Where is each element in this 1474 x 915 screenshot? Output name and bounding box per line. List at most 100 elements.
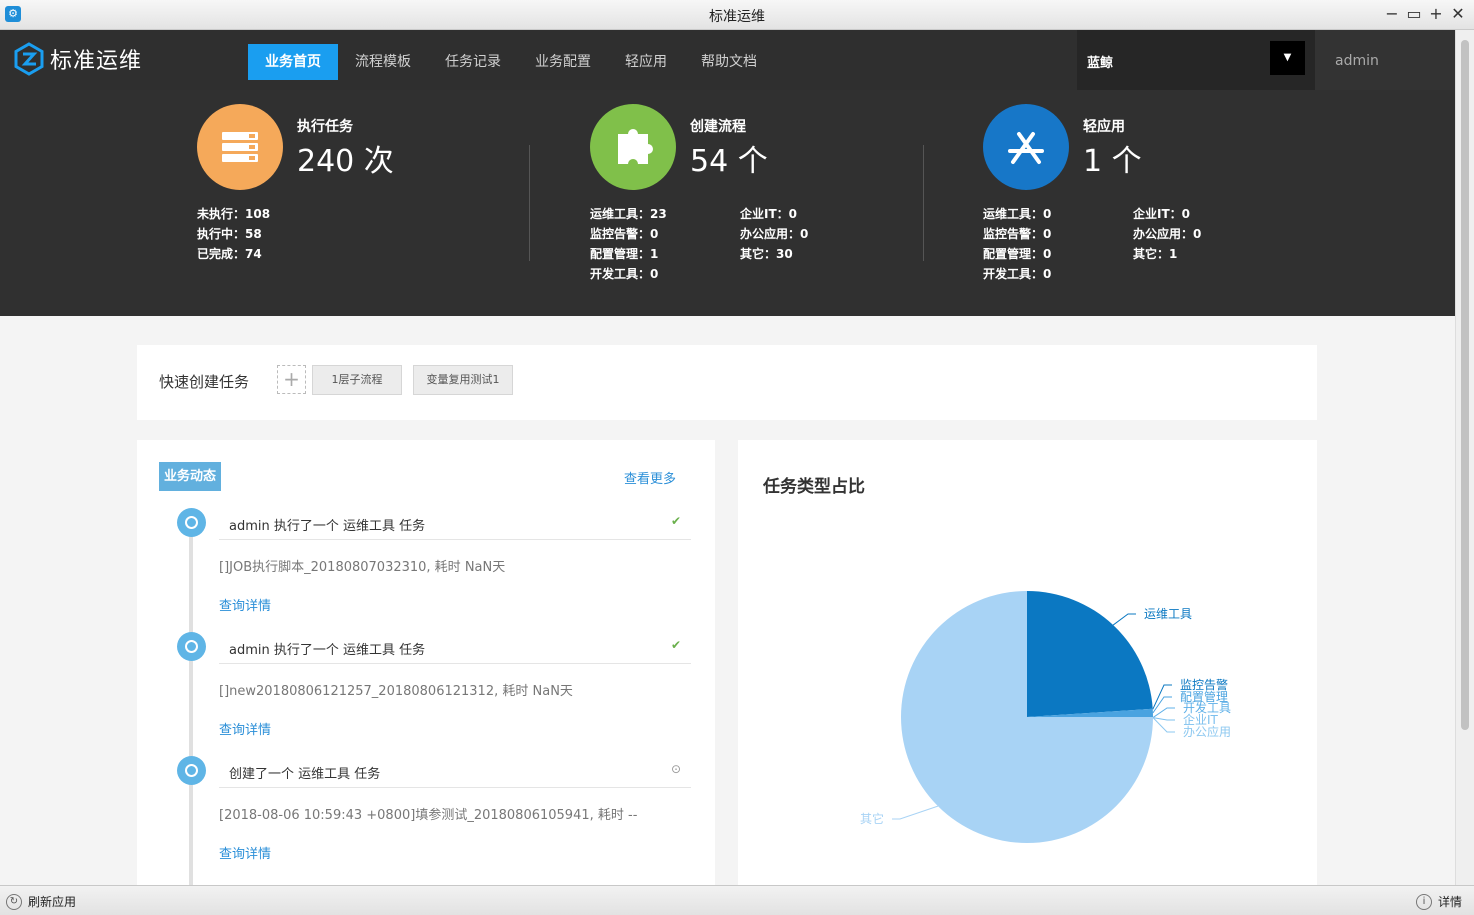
flows-ops-tools: 运维工具：23 [590,207,667,221]
minimize-button[interactable]: − [1384,4,1400,24]
activity-title-text: 创建了一个 运维工具 任务 [229,767,381,782]
pie-label: 运维工具 [1144,607,1192,621]
flows-circle [590,104,676,190]
timeline-dot-icon [177,632,206,661]
close-button[interactable]: ✕ [1450,4,1466,24]
activity-item: admin 执行了一个 运维工具 任务 ✔ []JOB执行脚本_20180807… [177,508,697,632]
menu-business-config[interactable]: 业务配置 [518,44,608,80]
server-icon [222,132,258,162]
activity-desc: []new20180806121257_20180806121312, 耗时 N… [219,684,573,699]
pie-chart: 运维工具监控告警配置管理开发工具企业IT办公应用其它 [860,591,1231,843]
stat-tasks: 执行任务 240 次 未执行：108 执行中：58 已完成：74 [197,104,527,304]
window-titlebar: ⚙ 标准运维 − ▭ + ✕ [0,0,1474,30]
apps-office-apps: 办公应用：0 [1133,227,1202,241]
quick-template-button[interactable]: 变量复用测试1 [413,365,513,395]
pending-icon: ⊙ [670,762,681,776]
stats-band: 执行任务 240 次 未执行：108 执行中：58 已完成：74 创建流程 54… [0,90,1455,316]
flows-dev-tools: 开发工具：0 [590,267,659,281]
pie-leader-line [892,805,939,820]
flows-config-mgmt: 配置管理：1 [590,247,659,261]
divider [529,145,530,261]
pie-leader-line [1112,613,1136,626]
app-store-icon [1008,132,1044,164]
refresh-app-button[interactable]: ↻ 刷新应用 [6,893,76,910]
pie-leader-line [1152,696,1172,714]
flows-enterprise-it: 企业IT：0 [740,207,798,221]
tasks-pending: 未执行：108 [197,207,271,221]
activity-detail-link[interactable]: 查询详情 [219,719,271,738]
flows-office-apps: 办公应用：0 [740,227,809,241]
scrollbar-thumb[interactable] [1461,40,1469,730]
apps-dev-tools: 开发工具：0 [983,267,1052,281]
tasks-breakdown: 未执行：108 执行中：58 已完成：74 [197,204,270,264]
apps-config-mgmt: 配置管理：0 [983,247,1052,261]
activity-header: admin 执行了一个 运维工具 任务 ✔ [219,508,691,540]
logo-icon [14,42,44,76]
window-title: 标准运维 [709,9,765,25]
apps-breakdown-col1: 运维工具：0 监控告警：0 配置管理：0 开发工具：0 [983,204,1051,284]
apps-value: 1 个 [1083,144,1142,179]
check-icon: ✔ [670,638,681,652]
tasks-label: 执行任务 [297,119,353,135]
chevron-down-icon[interactable]: ▼ [1270,41,1305,75]
business-select[interactable]: 蓝鲸 ▼ [1077,30,1315,90]
logo[interactable]: 标准运维 [12,42,142,76]
window-controls: − ▭ + ✕ [1384,4,1466,24]
flows-label: 创建流程 [690,119,746,135]
tasks-value: 240 次 [297,144,394,179]
activity-detail-link[interactable]: 查询详情 [219,843,271,862]
tasks-finished: 已完成：74 [197,247,262,261]
activity-title-text: admin 执行了一个 运维工具 任务 [229,519,426,534]
logo-text: 标准运维 [50,49,143,74]
apps-monitoring: 监控告警：0 [983,227,1052,241]
new-window-button[interactable]: + [1428,4,1444,24]
vertical-scrollbar[interactable] [1455,30,1474,885]
quick-template-button[interactable]: 1层子流程 [312,365,402,395]
user-menu[interactable]: admin [1315,30,1455,90]
apps-circle [983,104,1069,190]
details-button[interactable]: i 详情 [1415,893,1462,910]
tasks-circle [197,104,283,190]
divider [923,145,924,261]
check-icon: ✔ [670,514,681,528]
view-more-link[interactable]: 查看更多 [624,468,676,487]
quick-add-button[interactable]: + [277,365,306,394]
flows-value: 54 个 [690,144,768,179]
activity-panel: 业务动态 查看更多 admin 执行了一个 运维工具 任务 ✔ []JOB执行脚… [137,440,715,885]
details-label: 详情 [1437,895,1462,909]
pie-slice[interactable] [1027,591,1153,717]
quick-create-panel: 快速创建任务 + 1层子流程 变量复用测试1 [137,345,1317,420]
info-icon: i [1415,893,1432,910]
activity-header: admin 执行了一个 运维工具 任务 ✔ [219,632,691,664]
quick-create-label: 快速创建任务 [159,373,250,391]
timeline-dot-icon [177,756,206,785]
tasks-running: 执行中：58 [197,227,262,241]
activity-title: 业务动态 [159,462,222,491]
flows-breakdown-col2: 企业IT：0 办公应用：0 其它：30 [740,204,808,264]
stat-flows: 创建流程 54 个 运维工具：23 监控告警：0 配置管理：1 开发工具：0 企… [590,104,920,304]
maximize-button[interactable]: ▭ [1406,4,1422,24]
activity-header: 创建了一个 运维工具 任务 ⊙ [219,756,691,788]
apps-breakdown-col2: 企业IT：0 办公应用：0 其它：1 [1133,204,1201,264]
username: admin [1335,53,1379,69]
activity-detail-link[interactable]: 查询详情 [219,595,271,614]
pie-label: 办公应用 [1183,724,1231,739]
menu-templates[interactable]: 流程模板 [338,44,428,80]
menu-home[interactable]: 业务首页 [248,44,338,80]
apps-enterprise-it: 企业IT：0 [1133,207,1191,221]
flows-breakdown-col1: 运维工具：23 监控告警：0 配置管理：1 开发工具：0 [590,204,667,284]
menu-task-records[interactable]: 任务记录 [428,44,518,80]
apps-ops-tools: 运维工具：0 [983,207,1052,221]
activity-desc: []JOB执行脚本_20180807032310, 耗时 NaN天 [219,560,506,575]
menu-help-docs[interactable]: 帮助文档 [684,44,774,80]
menu-light-apps[interactable]: 轻应用 [608,44,684,80]
apps-label: 轻应用 [1083,119,1125,135]
top-navbar: 标准运维 业务首页 流程模板 任务记录 业务配置 轻应用 帮助文档 蓝鲸 ▼ a… [0,30,1455,90]
main-menu: 业务首页 流程模板 任务记录 业务配置 轻应用 帮助文档 [248,44,774,80]
refresh-icon: ↻ [6,893,22,910]
activity-item: admin 执行了一个 运维工具 任务 ✔ []new2018080612125… [177,632,697,756]
flows-other: 其它：30 [740,247,793,261]
activity-title-text: admin 执行了一个 运维工具 任务 [229,643,426,658]
status-bar: ↻ 刷新应用 i 详情 [0,885,1474,915]
refresh-label: 刷新应用 [28,895,77,909]
